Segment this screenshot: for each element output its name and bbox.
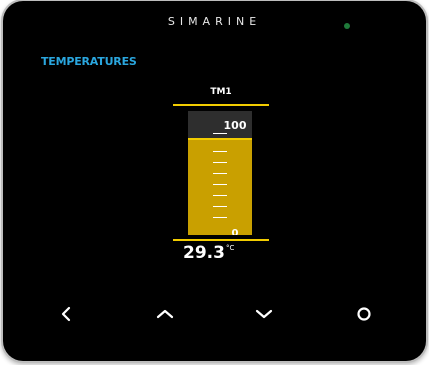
chevron-left-icon bbox=[61, 306, 71, 322]
gauge-tick bbox=[213, 217, 227, 218]
chevron-down-icon bbox=[255, 309, 273, 319]
back-button[interactable] bbox=[49, 299, 83, 329]
brand-logo: SIMARINE bbox=[167, 15, 262, 28]
scale-min-label: 0 bbox=[231, 228, 239, 235]
chevron-up-icon bbox=[156, 309, 174, 319]
temperature-value: 29.3 bbox=[183, 243, 225, 263]
gauge-tick bbox=[213, 151, 227, 152]
scale-max-label: 100 bbox=[223, 119, 247, 132]
temperature-gauge: 100 0 bbox=[173, 104, 269, 242]
temperature-unit: °C bbox=[225, 244, 235, 252]
circle-icon bbox=[357, 307, 371, 321]
gauge-fill bbox=[188, 138, 252, 235]
status-led bbox=[344, 23, 350, 29]
gauge-bottom-cap bbox=[173, 239, 269, 241]
gauge-tick bbox=[213, 206, 227, 207]
gauge-tick bbox=[213, 195, 227, 196]
gauge-tick bbox=[213, 173, 227, 174]
screen-title: TEMPERATURES bbox=[41, 55, 137, 68]
up-button[interactable] bbox=[148, 299, 182, 329]
home-button[interactable] bbox=[347, 299, 381, 329]
gauge-tick bbox=[213, 184, 227, 185]
sensor-name: TM1 bbox=[210, 87, 232, 97]
display-screen: TEMPERATURES TM1 100 0 29.3°C bbox=[33, 46, 408, 291]
gauge-tube: 100 0 bbox=[188, 111, 252, 235]
gauge-tick bbox=[213, 162, 227, 163]
gauge-fill-edge bbox=[188, 138, 252, 140]
device-frame: SIMARINE TEMPERATURES TM1 100 0 29.3°C bbox=[3, 1, 426, 361]
gauge-tick bbox=[213, 133, 227, 134]
down-button[interactable] bbox=[247, 299, 281, 329]
temperature-reading: 29.3°C bbox=[183, 243, 293, 263]
gauge-top-cap bbox=[173, 104, 269, 106]
